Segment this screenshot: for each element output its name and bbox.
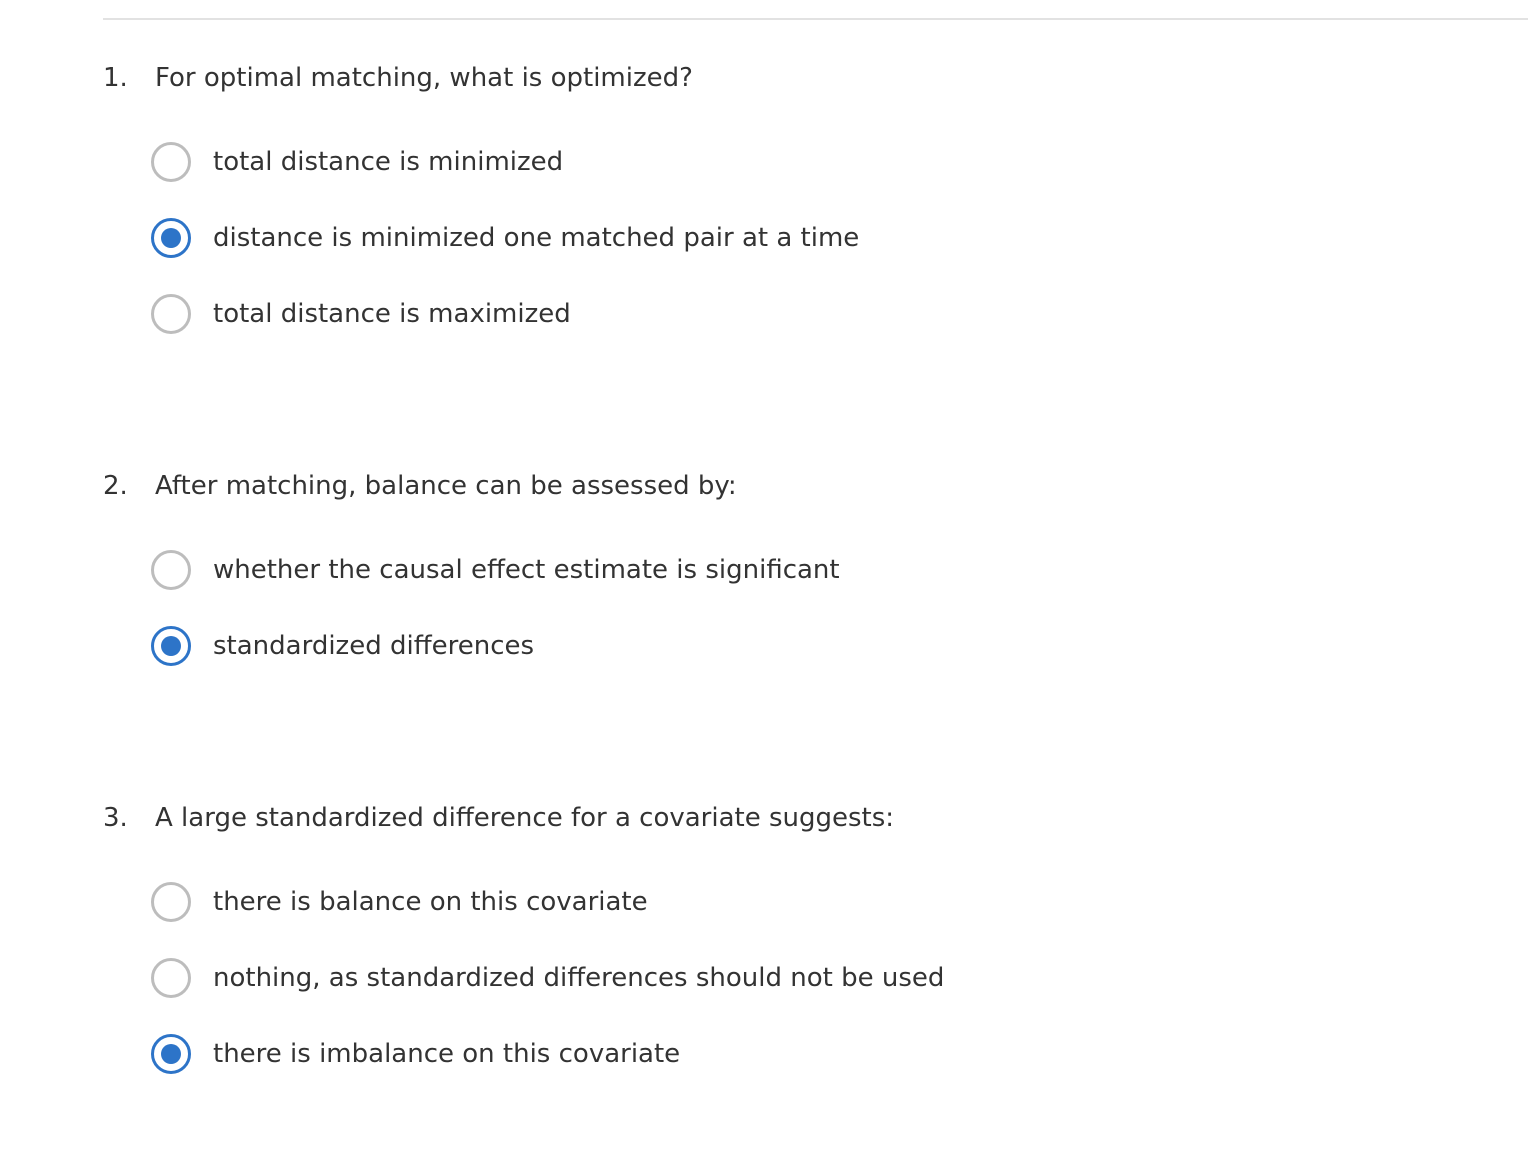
q3-option-2[interactable]: nothing, as standardized differences sho… (151, 956, 1251, 1000)
question-header: 3. A large standardized difference for a… (103, 798, 1503, 838)
radio-button[interactable] (151, 958, 191, 998)
question-number: 3. (103, 803, 128, 833)
radio-button-selected[interactable] (151, 626, 191, 666)
question-1: 1. For optimal matching, what is optimiz… (103, 58, 1503, 334)
radio-button[interactable] (151, 882, 191, 922)
q3-option-1[interactable]: there is balance on this covariate (151, 880, 1251, 924)
radio-button[interactable] (151, 294, 191, 334)
radio-button-selected[interactable] (151, 1034, 191, 1074)
top-divider (103, 18, 1528, 20)
question-3: 3. A large standardized difference for a… (103, 798, 1503, 1074)
question-2: 2. After matching, balance can be assess… (103, 466, 1503, 666)
radio-selected-dot (161, 1044, 181, 1064)
q1-option-1[interactable]: total distance is minimized (151, 140, 1251, 184)
question-number: 2. (103, 471, 128, 501)
q2-option-1[interactable]: whether the causal effect estimate is si… (151, 548, 1251, 592)
radio-selected-dot (161, 636, 181, 656)
option-label[interactable]: there is balance on this covariate (213, 880, 648, 924)
option-label[interactable]: nothing, as standardized differences sho… (213, 956, 944, 1000)
question-text: For optimal matching, what is optimized? (155, 63, 693, 93)
q3-option-3[interactable]: there is imbalance on this covariate (151, 1032, 1251, 1076)
option-label[interactable]: total distance is maximized (213, 292, 571, 336)
option-label[interactable]: there is imbalance on this covariate (213, 1032, 680, 1076)
question-text: A large standardized difference for a co… (155, 803, 895, 833)
option-label[interactable]: distance is minimized one matched pair a… (213, 216, 859, 260)
radio-button[interactable] (151, 550, 191, 590)
option-label[interactable]: whether the causal effect estimate is si… (213, 548, 840, 592)
radio-button-selected[interactable] (151, 218, 191, 258)
q2-option-2[interactable]: standardized differences (151, 624, 1251, 668)
radio-selected-dot (161, 228, 181, 248)
radio-button[interactable] (151, 142, 191, 182)
q1-option-3[interactable]: total distance is maximized (151, 292, 1251, 336)
option-label[interactable]: standardized differences (213, 624, 534, 668)
question-number: 1. (103, 63, 128, 93)
question-header: 2. After matching, balance can be assess… (103, 466, 1503, 506)
question-header: 1. For optimal matching, what is optimiz… (103, 58, 1503, 98)
q1-option-2[interactable]: distance is minimized one matched pair a… (151, 216, 1251, 260)
question-text: After matching, balance can be assessed … (155, 471, 737, 501)
option-label[interactable]: total distance is minimized (213, 140, 563, 184)
